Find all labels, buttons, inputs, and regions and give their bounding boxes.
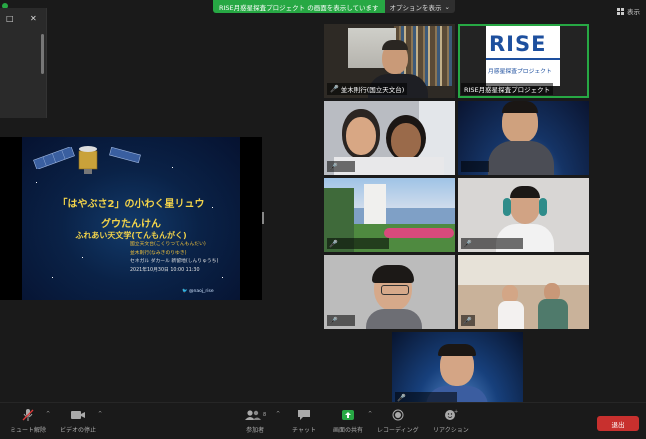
record-icon xyxy=(392,407,404,423)
slide-info-line: 2021年10月30日 10:00 11:30 xyxy=(130,267,200,273)
participant-face xyxy=(346,117,376,155)
slide-info: 國立天文台(こくりつてんもんだい) 並木則行(なみきのりゆき) セネガル ダカー… xyxy=(130,241,218,275)
record-button[interactable]: レコーディング xyxy=(377,407,419,434)
svg-text:+: + xyxy=(454,409,458,415)
participant-hair xyxy=(372,265,414,283)
sharing-indicator: RISE月惑星探査プロジェクト の画面を表示しています xyxy=(213,0,385,13)
twitter-label: @naoj_rise xyxy=(189,289,214,294)
mic-muted-icon: 🎤 xyxy=(329,162,338,171)
participant-name: 🎤 xyxy=(327,161,355,172)
slide-info-line: 國立天文台(こくりつてんもんだい) xyxy=(130,242,206,247)
video-tile[interactable]: 🎤 xyxy=(324,255,455,329)
headphones-icon xyxy=(503,198,511,216)
headphones-icon xyxy=(539,198,547,216)
participant-name: RISE月惑星探査プロジェクト xyxy=(461,83,554,95)
chevron-up-icon[interactable]: ^ xyxy=(368,411,372,417)
reactions-label: リアクション xyxy=(433,427,469,434)
twitter-icon: 🐦 xyxy=(182,289,188,294)
slide-subtitle: ふれあい天文学(てんもんがく) xyxy=(75,231,187,240)
rise-logo: RISE 月惑星探査プロジェクト xyxy=(486,26,560,86)
chevron-up-icon[interactable]: ^ xyxy=(46,411,50,417)
video-camera-icon xyxy=(70,407,86,423)
video-tile[interactable]: 🎤 xyxy=(324,101,455,175)
mic-muted-icon: 🎤 xyxy=(329,316,338,325)
unmute-label: ミュート解除 xyxy=(10,427,47,434)
presentation-slide: 「はやぶさ2」の小わく星リュウ グウたんけん ふれあい天文学(てんもんがく) 國… xyxy=(22,137,240,300)
participant-body xyxy=(488,141,554,175)
chevron-up-icon[interactable]: ^ xyxy=(98,411,102,417)
logo-subtext: 月惑星探査プロジェクト xyxy=(488,69,552,75)
glasses-icon xyxy=(381,285,409,295)
stop-video-label: ビデオの停止 xyxy=(60,427,97,434)
view-label: 表示 xyxy=(627,8,640,16)
chat-label: チャット xyxy=(292,427,316,434)
share-screen-label: 画面の共有 xyxy=(333,427,364,434)
mic-muted-icon: 🎤 xyxy=(330,85,339,93)
resize-handle[interactable] xyxy=(262,212,264,224)
participants-count: 8 xyxy=(263,412,267,418)
participant-name: 🎤 xyxy=(461,238,523,249)
participant-hair xyxy=(510,186,540,198)
participant-body xyxy=(498,301,524,329)
participant-face xyxy=(391,123,421,159)
scrollbar[interactable] xyxy=(41,34,44,74)
view-button[interactable]: 表示 xyxy=(617,6,640,16)
participants-button[interactable]: 8 参加者 xyxy=(244,407,266,434)
video-tile[interactable]: 🎤 xyxy=(392,332,523,406)
participants-label: 参加者 xyxy=(246,427,265,434)
video-tile[interactable]: 🎤 xyxy=(458,255,589,329)
video-tile[interactable]: 🎤 並木則行(国立天文台) xyxy=(324,24,455,98)
chat-icon xyxy=(297,407,311,423)
leave-button[interactable]: 退出 xyxy=(597,416,639,431)
participant-name xyxy=(461,161,489,172)
share-screen-icon xyxy=(341,407,355,423)
twitter-handle: 🐦 @naoj_rise xyxy=(182,289,214,294)
stop-video-button[interactable]: ビデオの停止 xyxy=(60,407,96,434)
participant-hair xyxy=(502,101,538,113)
chat-button[interactable]: チャット xyxy=(292,407,316,434)
participant-name: 🎤 xyxy=(327,238,389,249)
mic-muted-icon xyxy=(21,407,35,423)
participant-name: 🎤 並木則行(国立天文台) xyxy=(327,83,408,95)
mic-muted-icon: 🎤 xyxy=(329,239,338,248)
mic-muted-icon: 🎤 xyxy=(397,393,406,402)
options-label: オプションを表示 xyxy=(389,3,442,12)
participant-body xyxy=(538,299,568,329)
participants-icon: 8 xyxy=(244,407,266,423)
chevron-up-icon[interactable]: ^ xyxy=(276,411,280,417)
grid-view-icon xyxy=(617,7,624,15)
meeting-toolbar: ミュート解除 ^ ビデオの停止 ^ 8 参加者 ^ チャット 画面の共有 ^ レ… xyxy=(0,402,646,439)
slide-title-line1: 「はやぶさ2」の小わく星リュウ xyxy=(57,199,205,210)
smiley-plus-icon: + xyxy=(444,407,458,423)
participant-hair xyxy=(382,40,408,50)
chevron-down-icon: ⌄ xyxy=(444,2,450,11)
spacecraft-icon xyxy=(78,146,98,174)
room-background xyxy=(458,255,589,285)
video-tile[interactable] xyxy=(458,101,589,175)
share-screen-button[interactable]: 画面の共有 xyxy=(333,407,363,434)
flowers-background xyxy=(384,228,454,238)
participant-name: 🎤 xyxy=(461,315,475,326)
solar-panel-icon xyxy=(109,147,141,163)
participant-name: 🎤 xyxy=(327,315,355,326)
record-label: レコーディング xyxy=(377,427,419,434)
floating-panel: □ ✕ xyxy=(0,8,47,118)
participant-hair xyxy=(438,344,476,356)
video-tile[interactable]: 🎤 xyxy=(324,178,455,252)
slide-info-line: セネガル ダカール 新留地(しんりゅうち) xyxy=(130,259,219,265)
unmute-button[interactable]: ミュート解除 xyxy=(10,407,46,434)
participant-body xyxy=(366,309,422,329)
restore-icon[interactable]: □ xyxy=(6,14,14,23)
reactions-button[interactable]: + リアクション xyxy=(433,407,469,434)
share-banner: RISE月惑星探査プロジェクト の画面を表示しています オプションを表示 ⌄ xyxy=(213,0,455,13)
logo-text: RISE xyxy=(489,32,547,56)
mic-muted-icon: 🎤 xyxy=(463,316,472,325)
video-tile-active-speaker[interactable]: RISE 月惑星探査プロジェクト RISE月惑星探査プロジェクト xyxy=(458,24,589,98)
slide-info-line: 並木則行(なみきのりゆき) xyxy=(130,250,187,256)
mic-muted-icon: 🎤 xyxy=(463,239,472,248)
slide-title-line2: グウたんけん xyxy=(101,219,161,230)
video-tile[interactable]: 🎤 xyxy=(458,178,589,252)
options-button[interactable]: オプションを表示 ⌄ xyxy=(384,0,455,13)
close-icon[interactable]: ✕ xyxy=(30,14,37,23)
